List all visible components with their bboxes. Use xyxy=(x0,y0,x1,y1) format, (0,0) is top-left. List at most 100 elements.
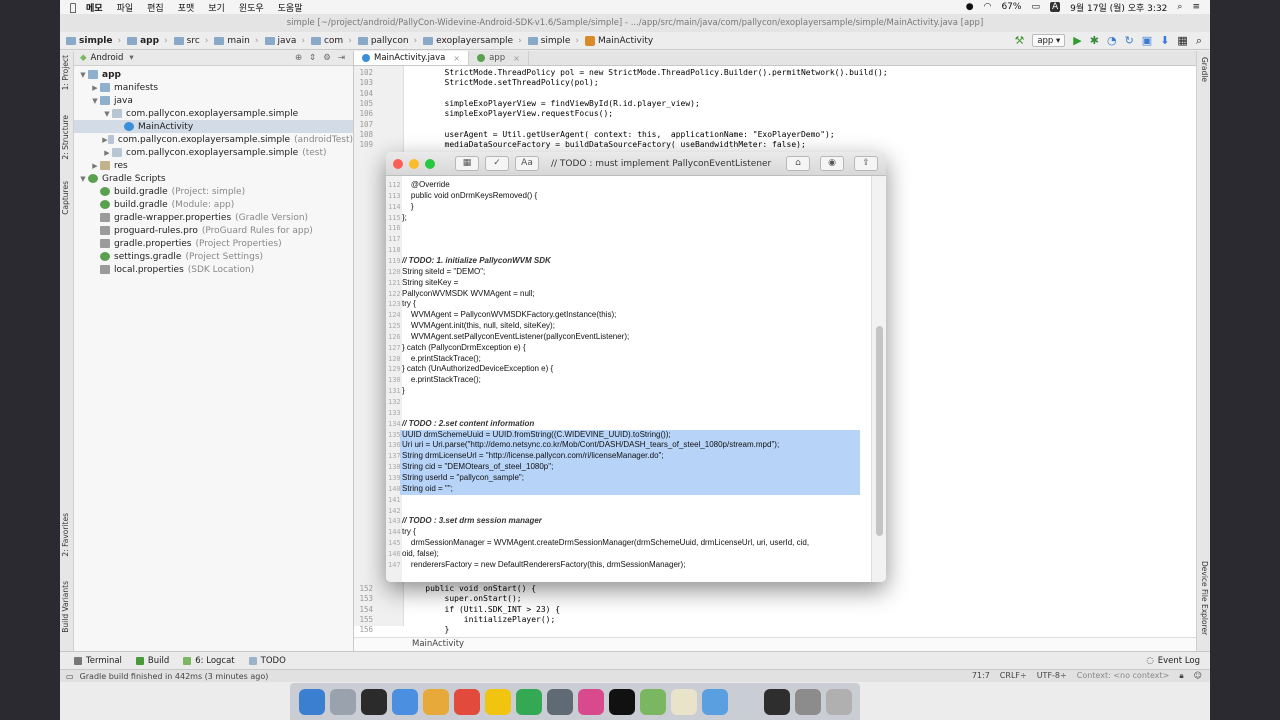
tree-node[interactable]: ▼ java xyxy=(74,94,353,107)
expand-arrow-icon[interactable]: ▼ xyxy=(78,71,88,79)
profile-icon[interactable]: ◔ xyxy=(1107,34,1117,47)
add-people-icon[interactable]: ◉ xyxy=(820,156,844,171)
tree-node[interactable]: ▼ Gradle Scripts xyxy=(74,172,353,185)
editor-breadcrumb[interactable]: MainActivity xyxy=(354,637,1196,651)
breadcrumb-item[interactable]: app › xyxy=(127,36,168,46)
tree-node[interactable]: ▼ com.pallycon.exoplayersample.simple xyxy=(74,107,353,120)
caret-position[interactable]: 71:7 xyxy=(972,671,990,681)
menu-format[interactable]: 포맷 xyxy=(178,1,195,14)
tab-structure[interactable]: 2: Structure xyxy=(61,115,70,160)
tree-node[interactable]: settings.gradle (Project Settings) xyxy=(74,250,353,263)
dock-app-icon[interactable] xyxy=(670,688,697,715)
close-window-button[interactable] xyxy=(393,158,403,169)
search-icon[interactable]: ⌕ xyxy=(1177,2,1182,12)
run-config-select[interactable]: app ▾ xyxy=(1032,34,1066,47)
todo-tab[interactable]: TODO xyxy=(248,656,286,666)
breadcrumb-item[interactable]: com › xyxy=(310,36,352,46)
breadcrumb-item[interactable]: pallycon › xyxy=(357,36,417,46)
close-icon[interactable]: × xyxy=(513,54,520,63)
note-scrollbar[interactable] xyxy=(871,176,886,582)
expand-arrow-icon[interactable]: ▶ xyxy=(90,84,100,92)
dock-app-icon[interactable] xyxy=(360,688,387,715)
expand-arrow-icon[interactable]: ▼ xyxy=(90,97,100,105)
tab-gradle[interactable]: Gradle xyxy=(1200,57,1209,82)
apple-icon[interactable]:  xyxy=(60,1,86,14)
dock-app-icon[interactable] xyxy=(608,688,635,715)
inspector-icon[interactable]: ☺ xyxy=(1194,671,1202,681)
expand-arrow-icon[interactable]: ▼ xyxy=(102,110,112,118)
tab-app[interactable]: app × xyxy=(469,51,529,65)
breadcrumb-item[interactable]: simple › xyxy=(527,36,579,46)
dock-app-icon[interactable] xyxy=(391,688,418,715)
event-log-tab[interactable]: ◌ Event Log xyxy=(1146,656,1200,666)
breadcrumb-item[interactable]: src › xyxy=(173,36,208,46)
make-project-icon[interactable]: ⚒ xyxy=(1014,34,1024,47)
collapse-all-icon[interactable]: ⇕ xyxy=(309,53,316,63)
close-icon[interactable]: × xyxy=(453,54,460,63)
context-indicator[interactable]: Context: <no context> xyxy=(1077,671,1170,681)
build-tab[interactable]: Build xyxy=(135,656,169,666)
zoom-window-button[interactable] xyxy=(425,158,435,169)
note-body[interactable]: 112 @Override 113 public void onDrmKeysRe… xyxy=(386,176,871,582)
format-text-icon[interactable]: Aa xyxy=(515,156,539,171)
minimize-window-button[interactable] xyxy=(409,158,419,169)
breadcrumb-item[interactable]: exoplayersample › xyxy=(423,36,522,46)
scroll-from-source-icon[interactable]: ⊕ xyxy=(295,53,302,63)
menu-edit[interactable]: 편집 xyxy=(147,1,164,14)
dock-app-icon[interactable] xyxy=(701,688,728,715)
dock-app-icon[interactable] xyxy=(329,688,356,715)
dock-app-icon[interactable] xyxy=(732,688,759,715)
expand-arrow-icon[interactable]: ▼ xyxy=(78,175,88,183)
dock-app-icon[interactable] xyxy=(422,688,449,715)
dock-app-icon[interactable] xyxy=(453,688,480,715)
dock-app-icon[interactable] xyxy=(763,688,790,715)
dock-app-icon[interactable] xyxy=(577,688,604,715)
tree-node[interactable]: ▶ manifests xyxy=(74,81,353,94)
dock-app-icon[interactable] xyxy=(639,688,666,715)
gear-icon[interactable]: ⚙ xyxy=(323,53,331,63)
debug-icon[interactable]: ✱ xyxy=(1090,34,1099,47)
expand-arrow-icon[interactable]: ▶ xyxy=(102,149,112,157)
line-separator[interactable]: CRLF÷ xyxy=(1000,671,1027,681)
file-encoding[interactable]: UTF-8÷ xyxy=(1037,671,1067,681)
logcat-tab[interactable]: 6: Logcat xyxy=(183,656,235,666)
view-mode-select[interactable]: Android xyxy=(91,53,124,63)
avd-manager-icon[interactable]: ▣ xyxy=(1142,34,1152,47)
expand-arrow-icon[interactable]: ▶ xyxy=(90,162,100,170)
tree-node[interactable]: ▶ com.pallycon.exoplayersample.simple (tes… xyxy=(74,146,353,159)
tree-node[interactable]: gradle.properties (Project Properties) xyxy=(74,237,353,250)
menu-window[interactable]: 윈도우 xyxy=(239,1,264,14)
wifi-icon[interactable]: ◠ xyxy=(984,2,992,12)
tab-favorites[interactable]: 2: Favorites xyxy=(61,513,70,557)
menu-file[interactable]: 파일 xyxy=(117,1,134,14)
layout-inspector-icon[interactable]: ▦ xyxy=(1177,34,1187,47)
tree-node[interactable]: build.gradle (Module: app) xyxy=(74,198,353,211)
dock-app-icon[interactable] xyxy=(825,688,852,715)
tab-device-file-explorer[interactable]: Device File Explorer xyxy=(1200,561,1209,635)
tree-node[interactable]: ▶ res xyxy=(74,159,353,172)
breadcrumb-item[interactable]: java › xyxy=(264,36,305,46)
tab-build-variants[interactable]: Build Variants xyxy=(61,581,70,633)
sdk-manager-icon[interactable]: ⬇ xyxy=(1160,34,1169,47)
menu-app[interactable]: 메모 xyxy=(86,1,103,14)
dock-app-icon[interactable] xyxy=(515,688,542,715)
breadcrumb-item[interactable]: main › xyxy=(214,36,259,46)
tree-node[interactable]: MainActivity xyxy=(74,120,353,133)
notification-center-icon[interactable]: ≡ xyxy=(1192,2,1200,12)
scroll-thumb[interactable] xyxy=(876,326,883,536)
search-everywhere-icon[interactable]: ⌕ xyxy=(1196,34,1202,48)
lock-icon[interactable]: ⌂ xyxy=(786,156,810,171)
menu-help[interactable]: 도움말 xyxy=(278,1,303,14)
tree-node[interactable]: proguard-rules.pro (ProGuard Rules for ap… xyxy=(74,224,353,237)
dock-app-icon[interactable] xyxy=(546,688,573,715)
tree-node[interactable]: local.properties (SDK Location) xyxy=(74,263,353,276)
clock[interactable]: 9월 17일 (월) 오후 3:32 xyxy=(1070,1,1167,14)
tree-node[interactable]: ▶ com.pallycon.exoplayersample.simple (and… xyxy=(74,133,353,146)
breadcrumb-item[interactable]: MainActivity xyxy=(585,35,653,46)
hide-panel-icon[interactable]: ⇥ xyxy=(338,53,345,63)
chevron-down-icon[interactable]: ▾ xyxy=(129,53,133,63)
dock-app-icon[interactable] xyxy=(794,688,821,715)
terminal-tab[interactable]: Terminal xyxy=(74,656,122,666)
status-app-icon[interactable]: ● xyxy=(966,2,974,12)
dock-app-icon[interactable] xyxy=(484,688,511,715)
